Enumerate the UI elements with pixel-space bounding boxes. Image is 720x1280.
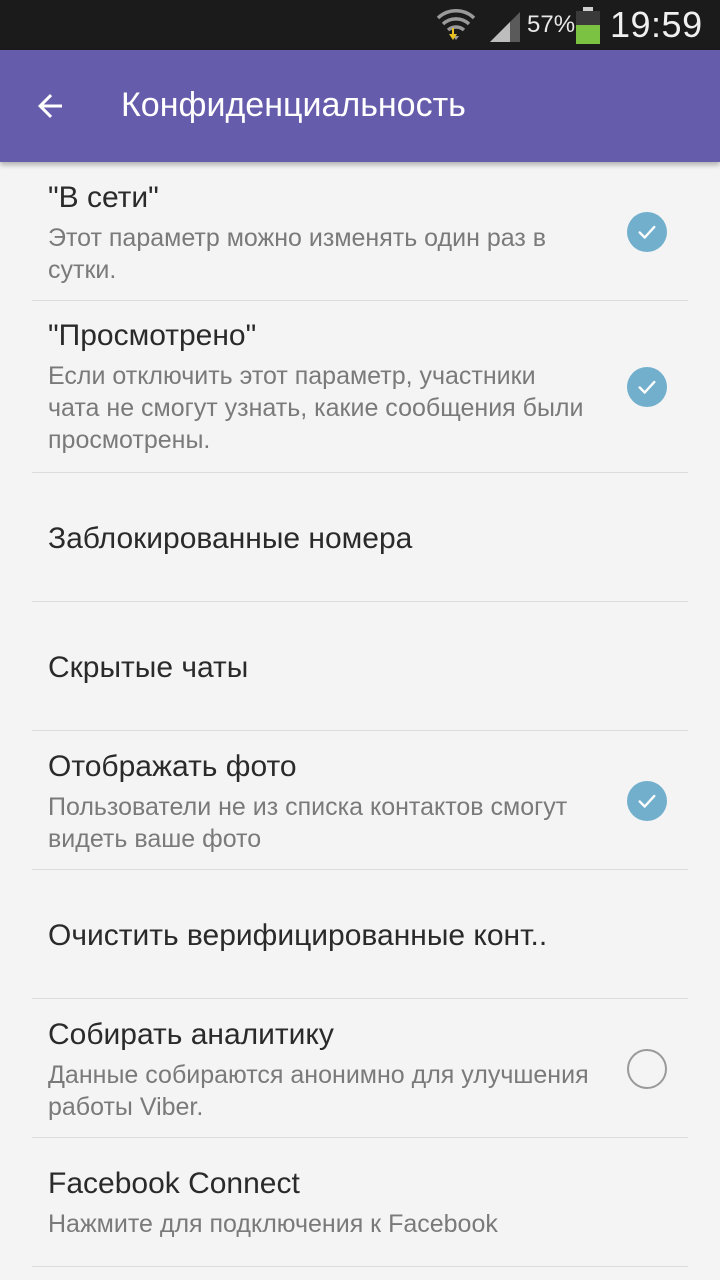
setting-title: Заблокированные номера	[48, 522, 413, 555]
wifi-icon	[436, 9, 476, 40]
setting-facebook-connect[interactable]: Facebook Connect Нажмите для подключения…	[0, 1138, 720, 1267]
setting-subtitle: Этот параметр можно изменять один раз в …	[48, 224, 547, 284]
setting-subtitle: Если отключить этот параметр, участники …	[48, 362, 584, 454]
status-bar: 57% 19:59	[0, 0, 720, 50]
setting-title: Очистить верифицированные конт..	[48, 919, 548, 952]
setting-seen-status[interactable]: "Просмотрено" Если отключить этот параме…	[0, 301, 720, 473]
page-title: Конфиденциальность	[121, 86, 466, 124]
battery-percent: 57%	[527, 11, 576, 38]
setting-collect-analytics[interactable]: Собирать аналитику Данные собираются ано…	[0, 999, 720, 1138]
setting-title: "В сети"	[48, 181, 159, 214]
setting-online-status[interactable]: "В сети" Этот параметр можно изменять од…	[0, 162, 720, 301]
setting-title: "Просмотрено"	[48, 319, 257, 352]
show-photo-checkbox[interactable]	[627, 780, 667, 821]
setting-title: Скрытые чаты	[48, 651, 249, 684]
setting-title: Facebook Connect	[48, 1167, 300, 1200]
setting-subtitle: Нажмите для подключения к Facebook	[48, 1210, 498, 1238]
check-icon	[638, 225, 656, 239]
setting-title: Собирать аналитику	[48, 1018, 334, 1051]
online-status-checkbox[interactable]	[627, 211, 667, 252]
setting-title: Отображать фото	[48, 750, 297, 783]
check-icon	[638, 794, 656, 808]
seen-status-checkbox[interactable]	[627, 367, 667, 407]
collect-analytics-checkbox[interactable]	[627, 1048, 667, 1089]
setting-clear-verified-contacts[interactable]: Очистить верифицированные конт..	[0, 870, 720, 999]
battery-icon	[576, 7, 600, 44]
setting-subtitle: Данные собираются анонимно для улучшения…	[48, 1061, 589, 1121]
signal-icon	[490, 12, 520, 42]
arrow-back-icon	[38, 94, 62, 118]
setting-show-photo[interactable]: Отображать фото Пользователи не из списк…	[0, 731, 720, 870]
divider	[32, 1266, 688, 1267]
check-icon	[638, 380, 656, 394]
back-button[interactable]	[22, 78, 78, 134]
status-time: 19:59	[610, 4, 703, 45]
setting-blocked-numbers[interactable]: Заблокированные номера	[0, 473, 720, 602]
setting-hidden-chats[interactable]: Скрытые чаты	[0, 602, 720, 731]
setting-subtitle: Пользователи не из списка контактов смог…	[48, 793, 568, 853]
settings-list: "В сети" Этот параметр можно изменять од…	[0, 162, 720, 1267]
toolbar: Конфиденциальность	[0, 50, 720, 162]
